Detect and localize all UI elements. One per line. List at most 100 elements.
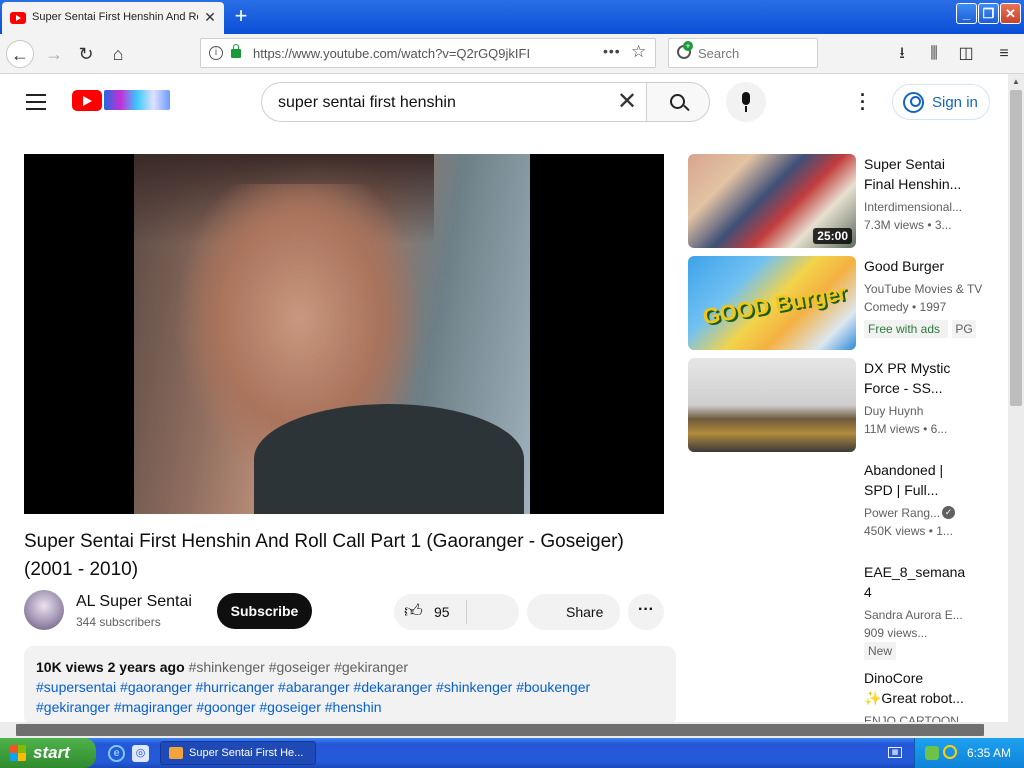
settings-more-icon[interactable]: · · · <box>855 86 871 118</box>
network-icon[interactable] <box>925 746 939 760</box>
video-frame <box>134 154 530 514</box>
description-box[interactable]: 10K views 2 years ago #shinkenger #gosei… <box>24 646 676 726</box>
bookmark-star-icon[interactable]: ☆ <box>631 42 646 62</box>
rec-title-line: Force - SS... <box>864 380 943 396</box>
rec-channel-3[interactable]: Duy Huynh <box>864 402 984 420</box>
taskbar-window-label: Super Sentai First He... <box>189 747 304 759</box>
rec-title-line: 4 <box>864 584 872 600</box>
tab-close-icon[interactable]: ✕ <box>202 9 218 25</box>
rec-title-3[interactable]: DX PR Mystic Force - SS... <box>864 358 974 398</box>
account-icon <box>903 92 924 113</box>
page-actions-icon[interactable]: ••• <box>603 43 621 59</box>
browser-tab[interactable]: Super Sentai First Henshin And Roll ✕ <box>2 2 224 34</box>
share-label: Share <box>566 604 604 620</box>
rec-stats-4: 450K views • 1... <box>864 524 953 538</box>
taskbar: start e ◎ Super Sentai First He... ▦ 6:3… <box>0 738 1024 768</box>
rec-title-line: DinoCore <box>864 670 924 686</box>
scroll-up-icon[interactable]: ▲ <box>1008 74 1024 90</box>
duration-badge: 25:00 <box>813 228 852 244</box>
horizontal-scroll-thumb[interactable] <box>16 724 984 736</box>
taskbar-window-button[interactable]: Super Sentai First He... <box>160 741 316 765</box>
sign-in-label: Sign in <box>932 94 978 111</box>
search-tray-icon[interactable] <box>943 745 957 759</box>
description-meta: 10K views 2 years ago #shinkenger #gosei… <box>36 659 408 675</box>
new-badge: New <box>864 642 896 660</box>
rec-title-4[interactable]: Abandoned | SPD | Full... <box>864 460 974 500</box>
channel-name[interactable]: AL Super Sentai <box>76 593 192 611</box>
close-window-button[interactable]: ✕ <box>1000 3 1021 24</box>
quick-launch-app-icon[interactable]: ◎ <box>132 745 149 762</box>
rec-title-2[interactable]: Good Burger <box>864 256 974 276</box>
rec-channel-5[interactable]: Sandra Aurora E... <box>864 606 984 624</box>
rec-thumbnail-3[interactable] <box>688 358 856 452</box>
more-actions-icon[interactable]: ··· <box>628 594 664 630</box>
subscribe-button[interactable]: Subscribe <box>217 593 312 629</box>
rec-channel-2[interactable]: YouTube Movies & TV <box>864 280 984 298</box>
guide-menu-icon[interactable] <box>26 94 46 110</box>
browser-search-box[interactable]: + Search <box>668 38 818 68</box>
reload-icon[interactable]: ↻ <box>72 40 100 68</box>
minimize-button[interactable]: _ <box>956 3 977 24</box>
rec-title-1[interactable]: Super Sentai Final Henshin... <box>864 154 974 194</box>
home-icon[interactable]: ⌂ <box>104 40 132 68</box>
browser-navbar: ← → ↻ ⌂ i https://www.youtube.com/watch?… <box>0 34 1024 74</box>
rec-channel-1[interactable]: Interdimensional... <box>864 198 984 216</box>
share-button[interactable]: Share <box>527 594 620 630</box>
meta-hashtags[interactable]: #shinkenger #goseiger #gekiranger <box>189 659 408 675</box>
library-icon[interactable]: ⫼ <box>922 42 946 66</box>
info-icon[interactable]: i <box>209 46 223 60</box>
youtube-search-input[interactable]: super sentai first henshin ✕ <box>261 82 647 122</box>
clock: 6:35 AM <box>967 746 1012 760</box>
youtube-header: super sentai first henshin ✕ · · · Sign in <box>0 74 1008 130</box>
rec-stats-2: Comedy • 1997 <box>864 300 947 314</box>
sign-in-button[interactable]: Sign in <box>892 84 990 120</box>
thumb-logo-text: GOOD Burger <box>700 279 849 330</box>
start-button[interactable]: start <box>0 738 96 768</box>
horizontal-scrollbar[interactable] <box>0 722 1008 738</box>
vertical-scroll-thumb[interactable] <box>1010 90 1022 406</box>
rec-thumbnail-2[interactable]: GOOD Burger <box>688 256 856 350</box>
subscriber-count: 344 subscribers <box>76 615 161 629</box>
internet-explorer-icon[interactable]: e <box>108 745 125 762</box>
rating-badge: PG <box>952 320 976 338</box>
view-count: 10K views <box>36 659 104 675</box>
clear-search-icon[interactable]: ✕ <box>617 89 637 115</box>
forward-arrow-icon[interactable]: → <box>40 40 68 68</box>
youtube-doodle[interactable] <box>104 90 170 110</box>
rec-title-line: Final Henshin... <box>864 176 962 192</box>
vertical-scrollbar[interactable]: ▲ <box>1008 74 1024 738</box>
rec-channel-4[interactable]: Power Rang... <box>864 504 940 522</box>
restore-button[interactable]: ❐ <box>978 3 999 24</box>
youtube-logo-icon[interactable] <box>72 90 102 111</box>
rec-thumbnail-1[interactable]: 25:00 <box>688 154 856 248</box>
windows-logo-icon <box>10 745 26 761</box>
rec-title-6[interactable]: DinoCore ✨Great robot... <box>864 668 974 708</box>
menu-icon[interactable]: ≡ <box>992 42 1016 66</box>
url-text[interactable]: https://www.youtube.com/watch?v=Q2rGQ9jk… <box>253 46 530 61</box>
search-query-text: super sentai first henshin <box>278 94 456 111</box>
browser-titlebar: Super Sentai First Henshin And Roll ✕ + … <box>0 0 1024 34</box>
back-arrow-icon[interactable]: ← <box>6 40 34 68</box>
rec-stats-1: 7.3M views • 3... <box>864 218 952 232</box>
voice-search-button[interactable] <box>726 82 766 122</box>
like-dislike-group: 👍︎ 95 <box>394 594 519 630</box>
rec-title-5[interactable]: EAE_8_semana 4 <box>864 562 974 602</box>
like-count[interactable]: 95 <box>434 604 450 620</box>
sidebar-icon[interactable]: ◫ <box>954 42 978 66</box>
keyboard-icon[interactable]: ▦ <box>888 747 902 758</box>
microphone-icon <box>742 92 750 105</box>
youtube-favicon-icon <box>10 12 26 24</box>
rec-stats-5: 909 views... <box>864 626 928 640</box>
new-tab-button[interactable]: + <box>230 4 252 28</box>
upload-age: 2 years ago <box>107 659 185 675</box>
rec-channel-6[interactable]: ENJO CARTOON... <box>864 712 984 722</box>
video-player[interactable] <box>24 154 664 514</box>
url-bar[interactable]: i https://www.youtube.com/watch?v=Q2rGQ9… <box>200 38 656 68</box>
search-button[interactable] <box>646 82 710 122</box>
downloads-icon[interactable]: ⭳ <box>890 42 914 66</box>
hashtags-line-1[interactable]: #supersentai #gaoranger #hurricanger #ab… <box>36 679 590 695</box>
channel-avatar[interactable] <box>24 590 64 630</box>
hashtags-line-2[interactable]: #gekiranger #magiranger #goonger #goseig… <box>36 699 382 715</box>
like-thumb-icon[interactable]: 👍︎ <box>404 600 423 622</box>
browser-search-placeholder: Search <box>698 46 740 61</box>
